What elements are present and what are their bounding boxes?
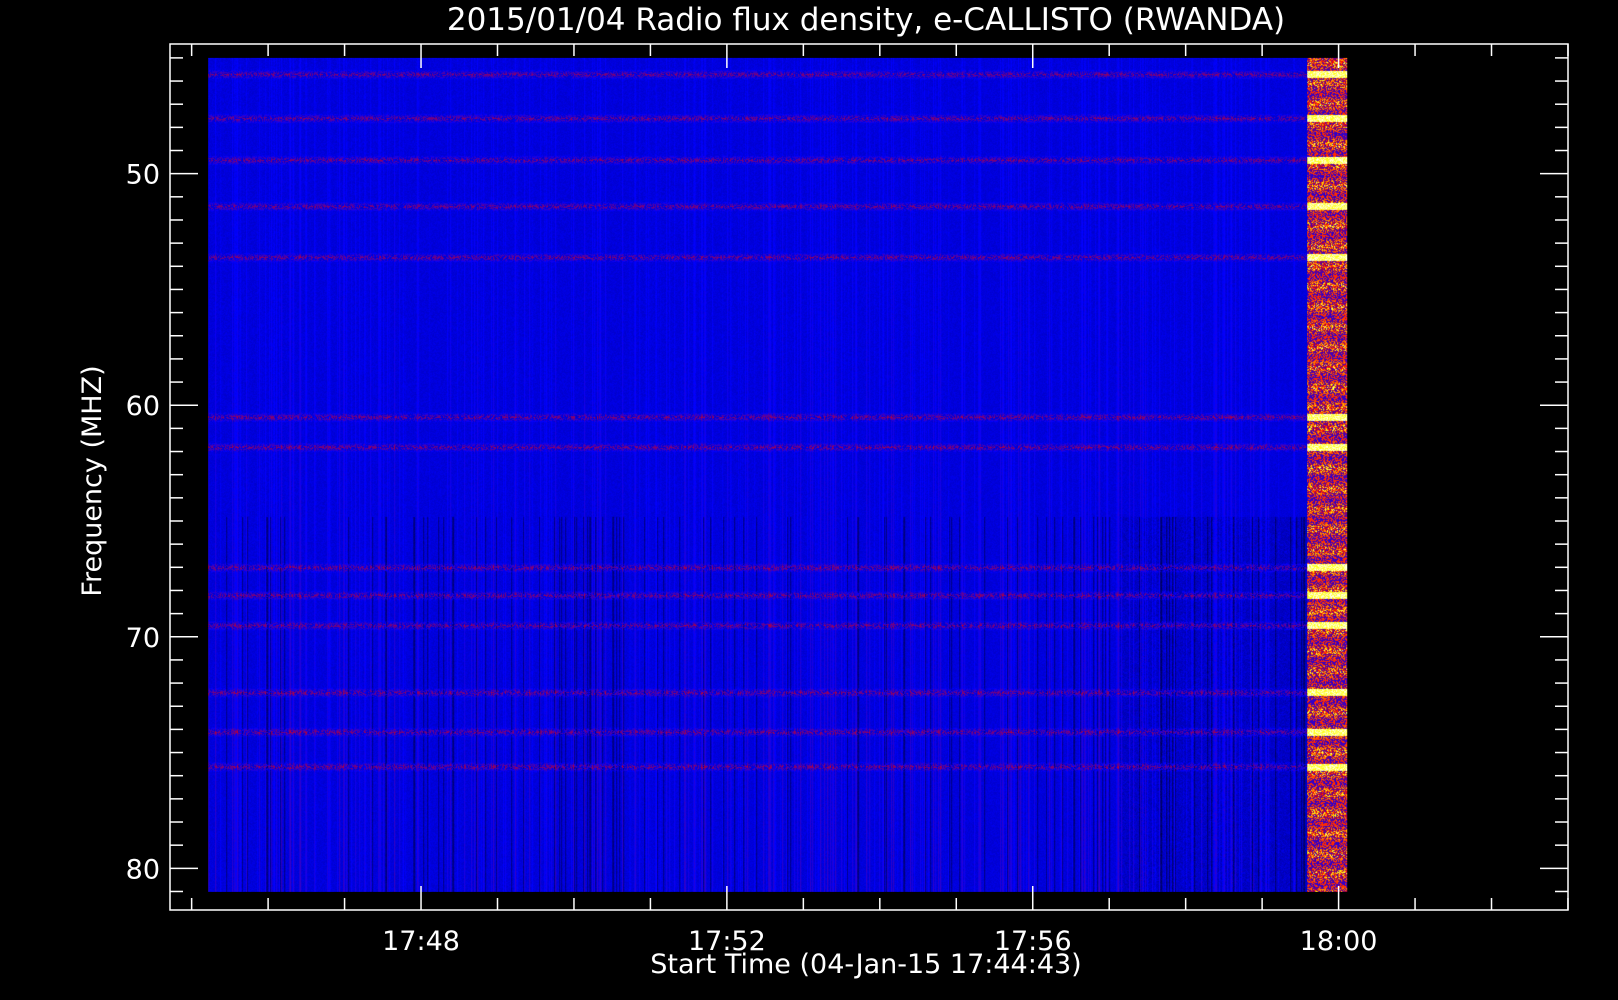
y-tick-label: 70: [126, 623, 160, 654]
x-tick-label: 17:48: [382, 926, 460, 957]
y-tick-label: 60: [126, 391, 160, 422]
spectrogram-heatmap: [208, 57, 1348, 892]
x-tick-label: 17:56: [994, 926, 1072, 957]
chart-title: 2015/01/04 Radio flux density, e-CALLIST…: [447, 2, 1285, 38]
x-tick-label: 17:52: [688, 926, 766, 957]
x-tick-label: 18:00: [1300, 926, 1378, 957]
y-tick-label: 50: [126, 160, 160, 191]
spectrogram-figure: 2015/01/04 Radio flux density, e-CALLIST…: [0, 0, 1618, 1000]
y-tick-label: 80: [126, 854, 160, 885]
y-axis-label: Frequency (MHZ): [77, 365, 108, 596]
spectrogram-image: [208, 57, 1348, 892]
